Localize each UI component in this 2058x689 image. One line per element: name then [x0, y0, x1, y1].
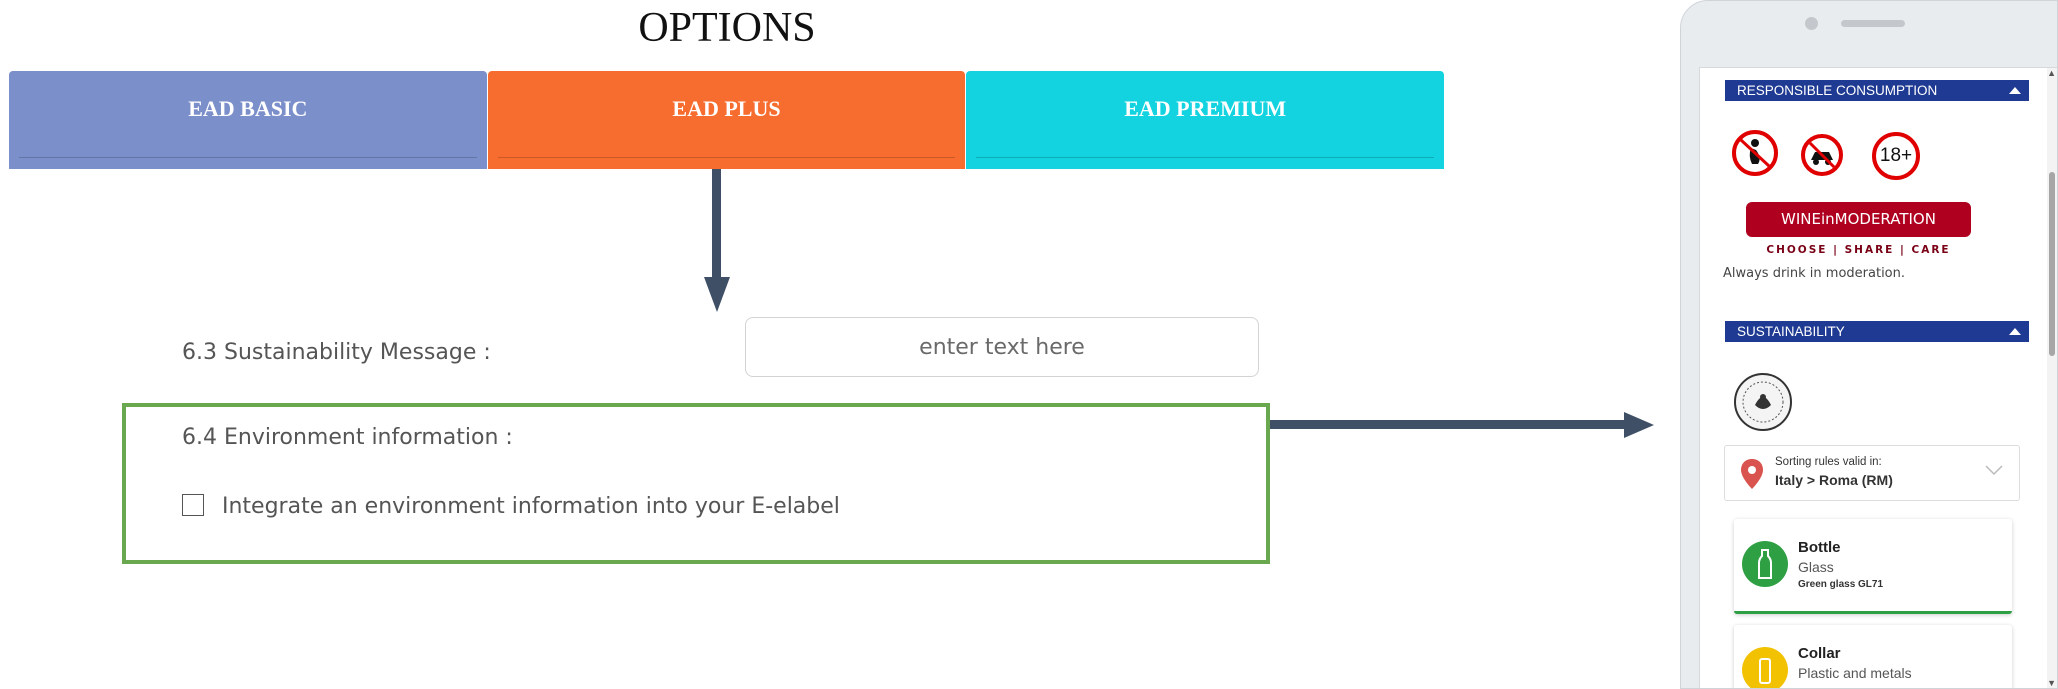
item-title: Bottle [1798, 539, 1841, 556]
arrow-right-icon [1270, 412, 1654, 438]
environment-info-label: 6.4 Environment information : [182, 425, 513, 450]
tab-ead-plus[interactable]: EAD PLUS [487, 71, 966, 169]
no-pregnant-icon [1732, 130, 1778, 176]
tab-ead-basic[interactable]: EAD BASIC [9, 71, 487, 169]
collapse-caret-icon [2009, 87, 2021, 94]
sustainability-message-input[interactable] [745, 317, 1259, 377]
age-restriction-icon: 18+ [1872, 132, 1920, 180]
item-material: Plastic and metals [1798, 665, 1912, 681]
tab-divider [976, 157, 1435, 158]
tab-label: EAD BASIC [188, 96, 308, 121]
sustainability-header[interactable]: SUSTAINABILITY [1725, 321, 2029, 342]
phone-speaker [1841, 20, 1905, 27]
phone-screen: RESPONSIBLE CONSUMPTION 18+ WINEinMODERA… [1699, 67, 2057, 688]
no-driving-icon [1801, 134, 1843, 176]
scroll-down-icon[interactable]: ▼ [2047, 678, 2056, 688]
item-title: Collar [1798, 645, 1841, 662]
sustainability-message-label: 6.3 Sustainability Message : [182, 340, 491, 365]
recycling-item-card[interactable]: Collar Plastic and metals [1734, 625, 2012, 688]
location-pin-icon [1741, 459, 1763, 489]
moderation-text: Always drink in moderation. [1723, 266, 1906, 281]
item-code: Green glass GL71 [1798, 579, 1884, 590]
phone-mockup: RESPONSIBLE CONSUMPTION 18+ WINEinMODERA… [1680, 0, 2058, 689]
tab-ead-premium[interactable]: EAD PREMIUM [966, 71, 1445, 169]
options-tabs: EAD BASIC EAD PLUS EAD PREMIUM [9, 71, 1445, 169]
recycling-item-card[interactable]: Bottle Glass Green glass GL71 [1734, 519, 2012, 614]
section-title: SUSTAINABILITY [1737, 324, 1845, 339]
sorting-location-select[interactable]: Sorting rules valid in: Italy > Roma (RM… [1724, 445, 2020, 501]
tab-label: EAD PREMIUM [1124, 96, 1287, 121]
sorting-rules-label: Sorting rules valid in: [1775, 456, 1882, 468]
tab-label: EAD PLUS [672, 96, 781, 121]
bottle-icon [1742, 541, 1788, 587]
environment-info-checkbox-label[interactable]: Integrate an environment information int… [222, 494, 840, 519]
responsible-consumption-header[interactable]: RESPONSIBLE CONSUMPTION [1725, 80, 2029, 101]
chevron-down-icon [1985, 465, 2003, 476]
tab-divider [19, 157, 477, 158]
wine-in-moderation-logo: WINEinMODERATION [1746, 202, 1971, 237]
item-material: Glass [1798, 559, 1834, 575]
phone-camera [1805, 17, 1818, 30]
sorting-rules-location: Italy > Roma (RM) [1775, 472, 1893, 488]
scroll-up-icon[interactable]: ▲ [2047, 68, 2056, 78]
scrollbar-thumb[interactable] [2049, 172, 2055, 356]
collapse-caret-icon [2009, 328, 2021, 335]
environment-info-checkbox[interactable] [182, 494, 204, 516]
arrow-down-icon [704, 169, 730, 312]
sustainability-seal-icon [1734, 373, 1792, 431]
tab-divider [497, 157, 956, 158]
page-title: OPTIONS [638, 5, 816, 51]
scrollbar[interactable]: ▲ ▼ [2047, 68, 2057, 688]
section-title: RESPONSIBLE CONSUMPTION [1737, 83, 1938, 98]
collar-icon [1742, 647, 1788, 688]
wim-tagline: CHOOSE | SHARE | CARE [1766, 244, 1951, 256]
